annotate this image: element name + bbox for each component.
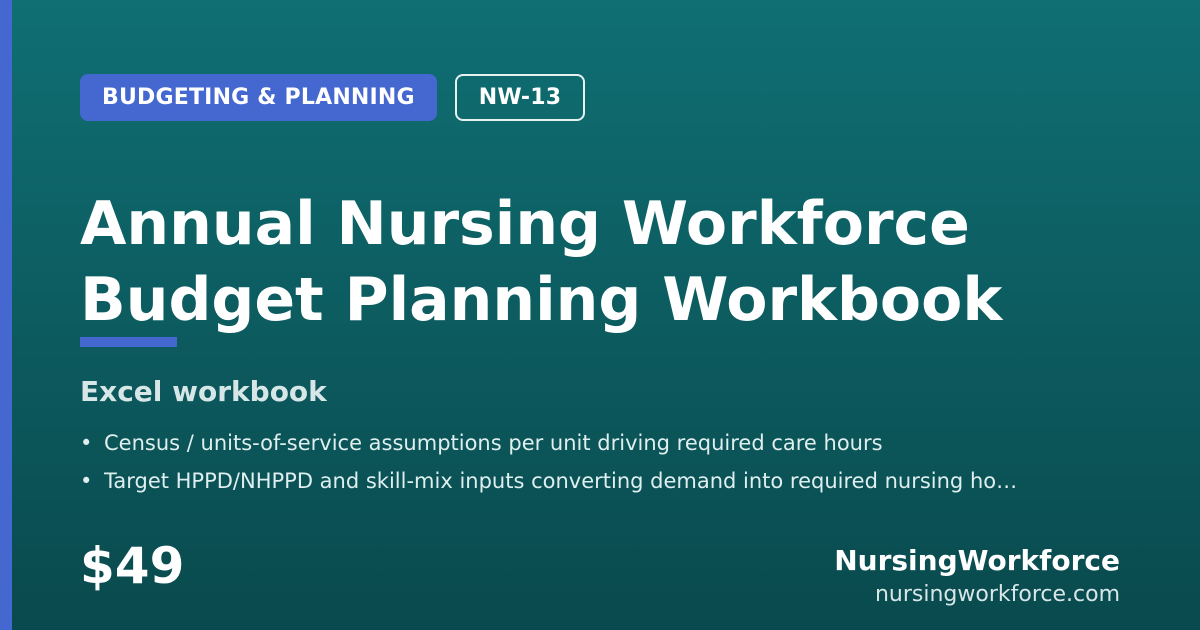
brand-url: nursingworkforce.com [874, 582, 1120, 607]
feature-text: Target HPPD/NHPPD and skill-mix inputs c… [104, 469, 1018, 493]
category-badge: BUDGETING & PLANNING [80, 74, 437, 121]
brand-name: NursingWorkforce [834, 544, 1120, 577]
product-code-badge: NW-13 [454, 74, 586, 121]
product-title: Annual Nursing Workforce Budget Planning… [80, 189, 1003, 335]
badge-row: BUDGETING & PLANNING NW-13 [80, 74, 586, 121]
price: $49 [80, 537, 185, 595]
feature-text: Census / units-of-service assumptions pe… [104, 431, 883, 455]
bullet-icon: • [80, 469, 93, 493]
bullet-icon: • [80, 431, 93, 455]
feature-item: • Census / units-of-service assumptions … [80, 424, 1120, 462]
product-format: Excel workbook [80, 375, 327, 408]
feature-item: • Target HPPD/NHPPD and skill-mix inputs… [80, 462, 1120, 500]
title-underline [80, 337, 177, 347]
product-card: BUDGETING & PLANNING NW-13 Annual Nursin… [0, 0, 1200, 630]
left-accent-bar [0, 0, 12, 630]
brand-block: NursingWorkforce nursingworkforce.com [834, 543, 1120, 611]
feature-list: • Census / units-of-service assumptions … [80, 424, 1120, 500]
